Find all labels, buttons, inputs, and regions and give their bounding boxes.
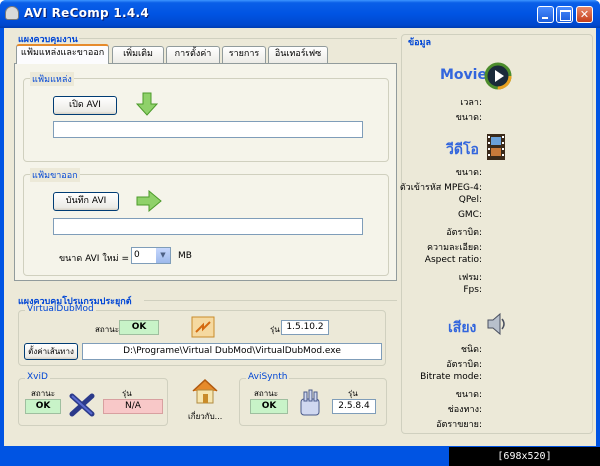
movie-size-label: ขนาด: [455,113,482,123]
title-bar[interactable]: AVI ReComp 1.4.4 ✕ [0,0,600,28]
video-bitrate-label: อัตราบิต: [446,228,482,238]
output-path-input[interactable] [53,218,363,235]
avisynth-icon [300,389,320,416]
xvid-icon [69,393,95,417]
audio-gain-label: อัตราขยาย: [436,420,482,430]
video-qpel-label: QPel: [458,195,482,205]
audio-type-label: ชนิด: [460,345,482,355]
tab-label: แฟ้มแหล่งและขาออก [20,48,105,58]
avisynth-group-title: AviSynth [246,372,290,382]
size-unit-label: MB [178,251,192,261]
tab-settings[interactable]: การตั้งค่า [166,46,220,63]
new-size-select[interactable]: 0 ▼ [131,247,171,264]
section-divider [144,300,397,301]
video-fps-label: Fps: [463,285,482,295]
avs-status-value: OK [250,399,288,414]
tab-label: การตั้งค่า [174,49,212,59]
avisynth-group: AviSynth สถานะ OK รุ่น 2.5.8.4 [239,372,387,426]
info-panel-title: ข้อมูล [408,38,432,48]
audio-heading: เสียง [448,320,477,336]
video-heading: วีดีโอ [446,142,479,158]
tab-label: รายการ [228,49,260,59]
xvid-group-title: XviD [25,372,50,382]
vdm-path-field: D:\Programe\Virtual DubMod\VirtualDubMod… [82,343,382,360]
movie-heading: Movie [440,67,487,83]
film-icon [487,134,505,160]
tab-label: เพิ่มเติม [123,49,153,59]
watermark-text: [698x520] https://upic.me/ [449,447,600,466]
audio-bitrate-mode-label: Bitrate mode: [420,372,482,382]
new-size-label: ขนาด AVI ใหม่ = [59,254,129,264]
vdm-version-value: 1.5.10.2 [281,320,329,335]
tab-label: อินเทอร์เฟซ [274,49,322,59]
arrow-down-icon [136,92,158,116]
tab-list[interactable]: รายการ [222,46,266,63]
movie-time-label: เวลา: [460,98,482,108]
xvid-status-value: OK [25,399,61,414]
vdm-version-label: รุ่น [270,325,280,334]
app-icon [5,6,19,20]
output-group: แฟ้มขาออก บันทึก AVI ขนาด AVI ใหม่ = 0 ▼… [23,168,389,276]
setup-path-button[interactable]: ตั้งค่าเส้นทาง [24,343,78,360]
source-group: แฟ้มแหล่ง เปิด AVI [23,72,389,162]
new-size-value: 0 [134,250,140,260]
audio-bitrate-label: อัตราบิต: [446,360,482,370]
virtualdubmod-group: VirtualDubMod สถานะ OK รุ่น 1.5.10.2 ตั้… [18,304,386,366]
house-icon[interactable] [190,378,220,404]
client-area: แผงควบคุมงาน แฟ้มแหล่งและขาออก เพิ่มเติม… [4,28,596,446]
video-frames-label: เฟรม: [458,273,482,283]
video-size-label: ขนาด: [455,168,482,178]
speaker-icon [487,312,505,336]
chevron-down-icon[interactable]: ▼ [155,248,170,263]
minimize-button[interactable] [537,6,554,23]
audio-size-label: ขนาด: [455,390,482,400]
video-resolution-label: ความละเอียด: [426,243,482,253]
virtualdubmod-icon [191,316,215,338]
virtualdubmod-group-title: VirtualDubMod [25,304,96,314]
tab-additional[interactable]: เพิ่มเติม [112,46,164,63]
info-panel: ข้อมูล Movie เวลา: ขนาด: วีดีโอ ขนาด: ตั… [399,34,593,434]
section-divider [79,38,397,39]
video-aspect-label: Aspect ratio: [424,255,482,265]
source-group-title: แฟ้มแหล่ง [30,72,74,86]
window-title: AVI ReComp 1.4.4 [24,6,150,20]
app-window: AVI ReComp 1.4.4 ✕ แผงควบคุมงาน แฟ้มแหล่… [0,0,600,466]
play-icon [484,62,512,90]
arrow-right-icon [136,190,162,212]
tab-interface[interactable]: อินเทอร์เฟซ [268,46,328,63]
close-button[interactable]: ✕ [576,6,593,23]
output-group-title: แฟ้มขาออก [30,168,80,182]
save-avi-button[interactable]: บันทึก AVI [53,192,119,211]
about-label[interactable]: เกี่ยวกับ... [188,410,222,423]
avs-version-value: 2.5.8.4 [332,399,376,414]
maximize-button[interactable] [556,6,573,23]
open-avi-button[interactable]: เปิด AVI [53,96,117,115]
source-path-input[interactable] [53,121,363,138]
tab-source-output[interactable]: แฟ้มแหล่งและขาออก [16,44,109,64]
xvid-group: XviD สถานะ OK รุ่น N/A [18,372,168,426]
vdm-status-value: OK [119,320,159,335]
audio-channels-label: ช่องทาง: [447,405,482,415]
xvid-version-value: N/A [103,399,163,414]
video-codec-label: ตัวเข้ารหัส MPEG-4: [399,183,482,193]
video-gmc-label: GMC: [457,210,482,220]
tab-panel-source-output: แฟ้มแหล่ง เปิด AVI แฟ้มขาออก บันทึก AVI … [14,63,397,281]
vdm-status-label: สถานะ [95,325,119,334]
